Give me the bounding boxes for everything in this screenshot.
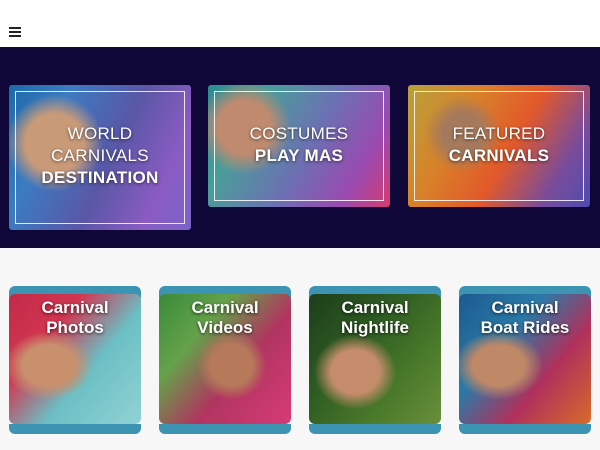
feature-featured-carnivals[interactable]: FEATURED CARNIVALS [408,85,590,207]
card-tab-bottom [9,424,141,434]
card-tab-bottom [459,424,591,434]
category-cards-section: Carnival Photos Carnival Videos Carnival… [0,248,600,450]
card-title-line1: Carnival [41,298,109,317]
feature-title-line2: CARNIVALS [51,146,149,165]
card-title-line1: Carnival [341,298,409,317]
card-title: Carnival Videos [159,298,291,338]
feature-title-line2: PLAY MAS [254,146,344,165]
card-carnival-nightlife[interactable]: Carnival Nightlife [309,286,441,434]
card-title-line1: Carnival [191,298,259,317]
top-bar [0,0,600,47]
card-title: Carnival Photos [9,298,141,338]
feature-title-line2: CARNIVALS [448,146,550,165]
feature-title: WORLD CARNIVALS DESTINATION [9,123,191,189]
feature-title-line1: WORLD [67,124,133,143]
card-carnival-boat-rides[interactable]: Carnival Boat Rides [459,286,591,434]
card-title: Carnival Boat Rides [459,298,591,338]
card-title-line2: Nightlife [341,318,409,337]
card-carnival-photos[interactable]: Carnival Photos [9,286,141,434]
feature-title: COSTUMES PLAY MAS [208,123,390,167]
feature-world-carnivals-destination[interactable]: WORLD CARNIVALS DESTINATION [9,85,191,230]
card-tab-bottom [309,424,441,434]
card-title-line2: Boat Rides [480,318,570,337]
feature-title-line1: COSTUMES [249,124,349,143]
feature-title-line3: DESTINATION [41,168,159,187]
card-title-line2: Videos [197,318,253,337]
feature-costumes-play-mas[interactable]: COSTUMES PLAY MAS [208,85,390,207]
card-tab-bottom [159,424,291,434]
card-title: Carnival Nightlife [309,298,441,338]
card-title-line2: Photos [46,318,104,337]
feature-title-line1: FEATURED [452,124,546,143]
feature-title: FEATURED CARNIVALS [408,123,590,167]
hero-section: WORLD CARNIVALS DESTINATION COSTUMES PLA… [0,47,600,248]
card-carnival-videos[interactable]: Carnival Videos [159,286,291,434]
hamburger-menu-icon[interactable] [9,27,21,37]
card-title-line1: Carnival [491,298,559,317]
